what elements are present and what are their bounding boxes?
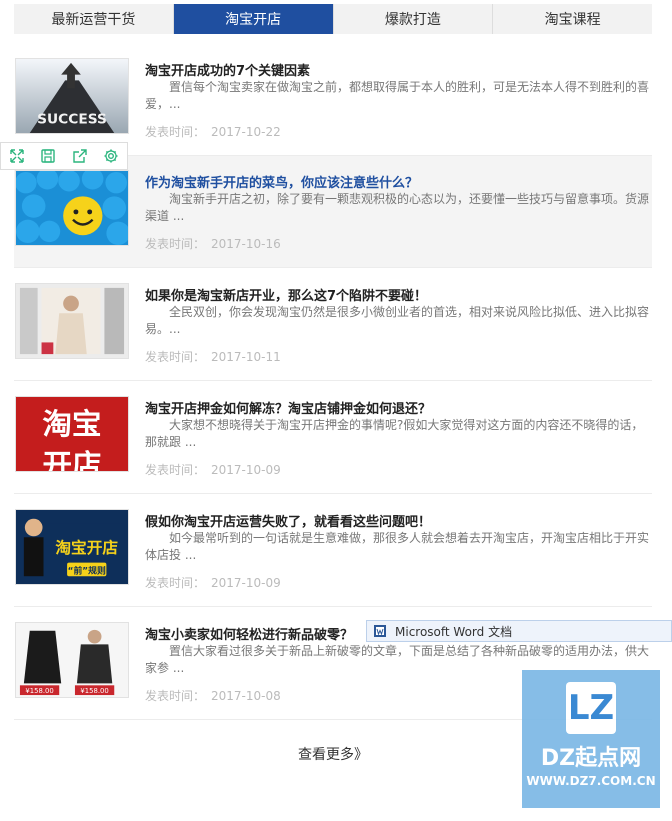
watermark-logo: LZ — [566, 682, 616, 734]
date-value: 2017-10-11 — [211, 350, 281, 364]
date-value: 2017-10-22 — [211, 125, 281, 139]
tooltip-text: Microsoft Word 文档 — [395, 624, 513, 639]
thumb-text: 开店 — [43, 448, 102, 471]
article-date: 发表时间： 2017-10-11 — [145, 348, 281, 365]
article-thumbnail[interactable] — [15, 170, 129, 246]
article-title[interactable]: 如果你是淘宝新店开业，那么这7个陷阱不要碰！ — [145, 285, 427, 304]
gear-icon[interactable] — [103, 148, 119, 164]
watermark-name: DZ起点网 — [540, 746, 642, 771]
article-date: 发表时间： 2017-10-22 — [145, 123, 281, 140]
date-value: 2017-10-09 — [211, 463, 281, 477]
watermark-url: WWW.DZ7.COM.CN — [526, 774, 656, 788]
thumb-text: ¥158.00 — [25, 687, 53, 695]
date-label: 发表时间： — [145, 350, 206, 364]
article-summary: 全民双创，你会发现淘宝仍然是很多小微创业者的首选，相对来说风险比拟低、进入比拟容… — [145, 305, 650, 336]
article-item[interactable]: 淘宝开店 “前”规则 假如你淘宝开店运营失败了，就看看这些问题吧！ 如今最常听到… — [14, 495, 652, 607]
article-item[interactable]: 淘宝 开店 淘宝开店押金如何解冻？淘宝店铺押金如何退还？ 大家想不想晓得关于淘宝… — [14, 382, 652, 494]
article-thumbnail[interactable]: SUCCESS — [15, 58, 129, 134]
article-summary: 淘宝新手开店之初，除了要有一颗悲观积极的心态以为，还要懂一些技巧与留意事项。货源… — [145, 192, 650, 223]
word-document-tooltip: Microsoft Word 文档 — [366, 620, 672, 642]
tab-taobao-open-store[interactable]: 淘宝开店 — [173, 4, 334, 34]
tab-taobao-courses[interactable]: 淘宝课程 — [493, 4, 652, 34]
article-thumbnail[interactable]: 淘宝开店 “前”规则 — [15, 509, 129, 585]
article-thumbnail[interactable]: ¥158.00 ¥158.00 — [15, 622, 129, 698]
category-tabs: 最新运营干货 淘宝开店 爆款打造 淘宝课程 — [14, 4, 652, 34]
thumb-text: 淘宝 — [43, 407, 102, 441]
article-thumbnail[interactable]: 淘宝 开店 — [15, 396, 129, 472]
date-value: 2017-10-09 — [211, 576, 281, 590]
article-summary: 大家想不想晓得关于淘宝开店押金的事情呢?假如大家觉得对这方面的内容还不晓得的话，… — [145, 418, 644, 449]
date-value: 2017-10-08 — [211, 689, 281, 703]
tab-latest-ops[interactable]: 最新运营干货 — [14, 4, 174, 34]
thumb-text: “前”规则 — [68, 564, 106, 576]
article-title[interactable]: 淘宝小卖家如何轻松进行新品破零？ — [145, 624, 353, 643]
article-thumbnail[interactable] — [15, 283, 129, 359]
thumb-text: SUCCESS — [37, 111, 107, 127]
article-summary: 如今最常听到的一句话就是生意难做，那很多人就会想着去开淘宝店，开淘宝店相比于开实… — [145, 531, 650, 562]
date-value: 2017-10-16 — [211, 237, 281, 251]
article-title[interactable]: 假如你淘宝开店运营失败了，就看看这些问题吧！ — [145, 511, 431, 530]
article-summary: 置信每个淘宝卖家在做淘宝之前，都想取得属于本人的胜利，可是无法本人得不到胜利的喜… — [145, 80, 650, 111]
article-date: 发表时间： 2017-10-09 — [145, 461, 281, 478]
article-item[interactable]: 作为淘宝新手开店的菜鸟，你应该注意些什么？ 淘宝新手开店之初，除了要有一颗悲观积… — [14, 156, 652, 268]
tab-hot-products[interactable]: 爆款打造 — [334, 4, 494, 34]
article-title[interactable]: 作为淘宝新手开店的菜鸟，你应该注意些什么？ — [145, 172, 418, 191]
article-item[interactable]: 如果你是淘宝新店开业，那么这7个陷阱不要碰！ 全民双创，你会发现淘宝仍然是很多小… — [14, 269, 652, 381]
article-date: 发表时间： 2017-10-08 — [145, 687, 281, 704]
article-title[interactable]: 淘宝开店成功的7个关键因素 — [145, 60, 310, 79]
expand-icon[interactable] — [9, 148, 25, 164]
share-icon[interactable] — [72, 148, 88, 164]
date-label: 发表时间： — [145, 125, 206, 139]
article-title[interactable]: 淘宝开店押金如何解冻？淘宝店铺押金如何退还？ — [145, 398, 431, 417]
article-item[interactable]: SUCCESS 淘宝开店成功的7个关键因素 置信每个淘宝卖家在做淘宝之前，都想取… — [14, 44, 652, 156]
article-date: 发表时间： 2017-10-09 — [145, 574, 281, 591]
date-label: 发表时间： — [145, 463, 206, 477]
save-icon[interactable] — [40, 148, 56, 164]
site-watermark: LZ DZ起点网 WWW.DZ7.COM.CN — [522, 670, 660, 808]
thumb-text: 淘宝开店 — [55, 538, 118, 557]
word-document-icon — [374, 625, 386, 637]
date-label: 发表时间： — [145, 237, 206, 251]
share-toolbar — [0, 142, 128, 170]
date-label: 发表时间： — [145, 689, 206, 703]
article-date: 发表时间： 2017-10-16 — [145, 235, 281, 252]
date-label: 发表时间： — [145, 576, 206, 590]
thumb-text: ¥158.00 — [80, 687, 108, 695]
